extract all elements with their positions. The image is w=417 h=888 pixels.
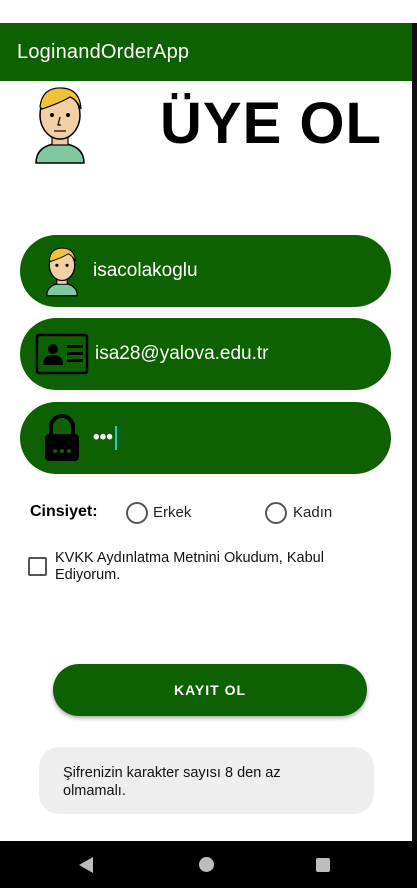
- toast-text: Şifrenizin karakter sayısı 8 den az olma…: [63, 765, 281, 799]
- lock-icon: [34, 410, 90, 466]
- username-field[interactable]: isacolakoglu: [20, 235, 391, 307]
- radio-kadin-label[interactable]: Kadın: [293, 504, 332, 521]
- password-value: •••: [93, 426, 117, 450]
- page-title: ÜYE OL: [160, 91, 382, 156]
- register-button[interactable]: KAYIT OL: [53, 664, 367, 716]
- id-card-icon: [34, 326, 90, 382]
- username-value: isacolakoglu: [93, 260, 198, 281]
- recents-icon[interactable]: [316, 858, 330, 872]
- email-value: isa28@yalova.edu.tr: [95, 343, 269, 364]
- text-cursor: [114, 426, 117, 450]
- kvkk-checkbox[interactable]: [28, 557, 47, 576]
- radio-erkek-label[interactable]: Erkek: [153, 504, 191, 521]
- email-field[interactable]: isa28@yalova.edu.tr: [20, 318, 391, 390]
- system-nav-bar: [0, 841, 417, 888]
- status-bar: [0, 0, 417, 23]
- back-icon[interactable]: [79, 857, 93, 873]
- gender-label: Cinsiyet:: [30, 503, 98, 520]
- home-icon[interactable]: [199, 857, 214, 872]
- window-edge: [412, 23, 417, 841]
- radio-erkek[interactable]: [126, 502, 148, 524]
- user-avatar-icon: [34, 243, 90, 299]
- toast-message: Şifrenizin karakter sayısı 8 den az olma…: [39, 747, 374, 814]
- kvkk-label[interactable]: KVKK Aydınlatma Metnini Okudum, Kabul Ed…: [55, 550, 355, 584]
- user-avatar-icon: [30, 83, 90, 165]
- password-field[interactable]: •••: [20, 402, 391, 474]
- app-title: LoginandOrderApp: [17, 40, 190, 63]
- radio-kadin[interactable]: [265, 502, 287, 524]
- app-bar: LoginandOrderApp: [0, 23, 412, 81]
